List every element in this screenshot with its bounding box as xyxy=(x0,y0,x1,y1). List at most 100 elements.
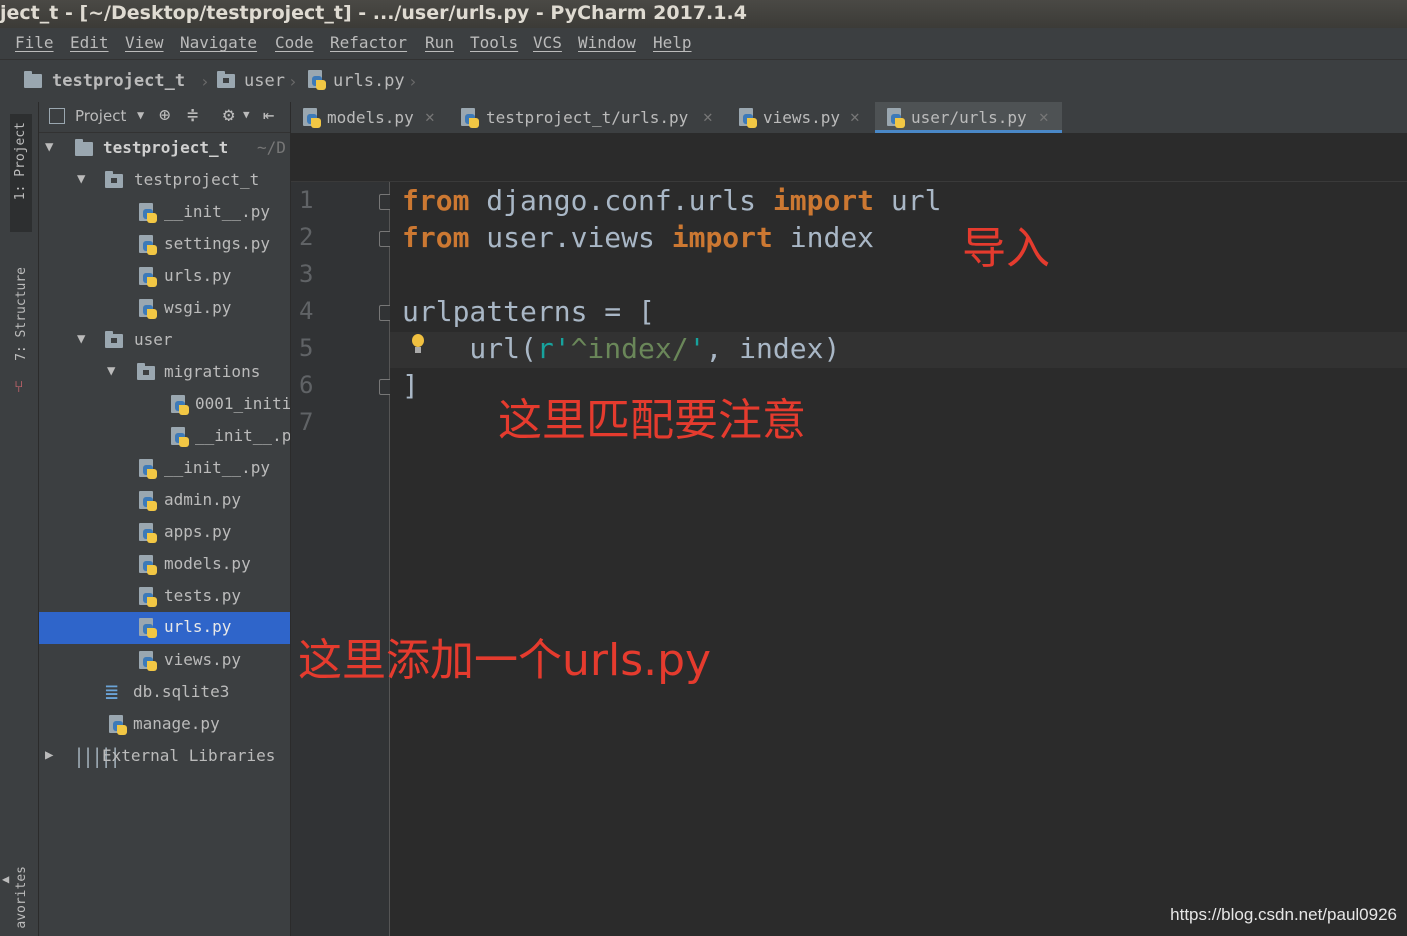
tree-item-folder[interactable]: ▼ testproject_t xyxy=(39,165,290,197)
python-file-icon xyxy=(137,555,157,575)
menu-window[interactable]: Window xyxy=(578,33,636,52)
menu-navigate[interactable]: Navigate xyxy=(180,33,257,52)
close-icon[interactable]: ✕ xyxy=(1039,107,1049,126)
menu-file[interactable]: File xyxy=(15,33,54,52)
python-file-icon xyxy=(137,523,157,543)
menu-run[interactable]: Run xyxy=(425,33,454,52)
tree-item-label: db.sqlite3 xyxy=(133,682,230,701)
line-number: 5 xyxy=(299,334,314,362)
python-file-icon xyxy=(306,70,326,90)
menu-tools[interactable]: Tools xyxy=(470,33,518,52)
annotation-add-urls: 这里添加一个urls.py xyxy=(298,635,712,686)
python-file-icon xyxy=(301,108,321,128)
tree-item-file[interactable]: settings.py xyxy=(39,229,290,261)
chevron-right-icon: › xyxy=(200,72,210,91)
code-editor[interactable]: from django.conf.urls import url from us… xyxy=(390,182,1407,936)
project-tree: ▼ testproject_t ~/D ▼ testproject_t __in… xyxy=(39,133,290,936)
editor-tab-active[interactable]: user/urls.py ✕ xyxy=(875,102,1062,133)
editor-tab[interactable]: views.py ✕ xyxy=(729,102,869,133)
python-file-icon xyxy=(137,459,157,479)
tree-item-libraries[interactable]: ▶ ||||| External Libraries xyxy=(39,741,290,773)
collapsed-arrow-icon[interactable]: ▶ xyxy=(45,747,53,763)
favorites-tab-label[interactable]: avorites xyxy=(14,866,29,929)
tree-item-file[interactable]: 0001_initi xyxy=(39,389,290,421)
tree-item-file[interactable]: __init__.p xyxy=(39,421,290,453)
folder-icon xyxy=(217,71,235,88)
navigation-bar: testproject_t › user › urls.py › xyxy=(0,60,1407,103)
menu-edit[interactable]: Edit xyxy=(70,33,109,52)
gear-icon[interactable]: ⚙ xyxy=(223,104,234,126)
python-file-icon xyxy=(737,108,757,128)
chevron-right-icon: › xyxy=(408,72,418,91)
lightbulb-icon[interactable] xyxy=(410,334,426,356)
tree-item-file[interactable]: __init__.py xyxy=(39,453,290,485)
window-title-bar: ject_t - [~/Desktop/testproject_t] - ...… xyxy=(0,0,1407,28)
python-file-icon xyxy=(137,203,157,223)
tree-item-file[interactable]: ≣ db.sqlite3 xyxy=(39,677,290,709)
expanded-arrow-icon[interactable]: ▼ xyxy=(45,139,53,155)
tree-item-file[interactable]: urls.py xyxy=(39,261,290,293)
tree-item-label: testproject_t xyxy=(103,138,229,157)
menu-vcs[interactable]: VCS xyxy=(533,33,562,52)
line-number: 2 xyxy=(299,223,314,251)
code-line-5: url(r'^index/', index) xyxy=(402,332,841,365)
expanded-arrow-icon[interactable]: ▼ xyxy=(107,363,115,379)
tree-item-label: admin.py xyxy=(164,490,242,509)
tree-item-label: models.py xyxy=(164,554,251,573)
python-file-icon xyxy=(459,108,479,128)
python-file-icon xyxy=(137,651,157,671)
close-icon[interactable]: ✕ xyxy=(425,107,435,126)
tree-item-file[interactable]: wsgi.py xyxy=(39,293,290,325)
python-file-icon xyxy=(169,427,189,447)
expanded-arrow-icon[interactable]: ▼ xyxy=(77,331,85,347)
crumb-project[interactable]: testproject_t xyxy=(52,71,185,91)
tree-item-file[interactable]: apps.py xyxy=(39,517,290,549)
collapse-arrow-icon[interactable]: ◀ xyxy=(2,872,9,886)
tree-item-label: testproject_t xyxy=(134,170,260,189)
code-line-6: ] xyxy=(402,369,419,402)
tree-item-file-selected[interactable]: urls.py xyxy=(39,612,290,644)
hide-panel-icon[interactable]: ⇤ xyxy=(263,104,274,126)
structure-tab-label[interactable]: 7: Structure xyxy=(14,267,29,361)
tree-item-file[interactable]: tests.py xyxy=(39,581,290,613)
tree-item-label: apps.py xyxy=(164,522,232,541)
tree-item-folder[interactable]: ▼ user xyxy=(39,325,290,357)
editor-tab[interactable]: models.py ✕ xyxy=(291,102,446,133)
tree-item-label: __init__.py xyxy=(164,458,270,477)
tree-item-file[interactable]: admin.py xyxy=(39,485,290,517)
close-icon[interactable]: ✕ xyxy=(703,107,713,126)
tree-item-root[interactable]: ▼ testproject_t ~/D xyxy=(39,133,290,165)
crumb-user[interactable]: user xyxy=(244,71,285,91)
database-icon: ≣ xyxy=(105,680,119,705)
chevron-right-icon: › xyxy=(288,72,298,91)
close-icon[interactable]: ✕ xyxy=(850,107,860,126)
tree-item-file[interactable]: views.py xyxy=(39,645,290,677)
project-view-selector[interactable]: Project xyxy=(75,107,126,125)
expanded-arrow-icon[interactable]: ▼ xyxy=(77,171,85,187)
watermark: https://blog.csdn.net/paul0926 xyxy=(1170,905,1397,924)
tree-item-file[interactable]: models.py xyxy=(39,549,290,581)
crumb-file[interactable]: urls.py xyxy=(333,71,405,91)
menu-code[interactable]: Code xyxy=(275,33,314,52)
locate-icon[interactable]: ⊕ xyxy=(159,104,170,126)
tree-item-label: __init__.p xyxy=(195,426,290,445)
collapse-all-icon[interactable]: ≑ xyxy=(187,104,198,126)
tree-item-folder[interactable]: ▼ migrations xyxy=(39,357,290,389)
menu-help[interactable]: Help xyxy=(653,33,692,52)
tree-item-file[interactable]: __init__.py xyxy=(39,197,290,229)
editor-tab[interactable]: testproject_t/urls.py ✕ xyxy=(451,102,721,133)
editor-tab-label: user/urls.py xyxy=(911,108,1027,127)
dropdown-arrow-icon[interactable]: ▼ xyxy=(137,108,144,122)
gear-dropdown-icon[interactable]: ▼ xyxy=(243,108,250,121)
project-tool-tab[interactable]: 1: Project xyxy=(10,114,32,232)
menu-view[interactable]: View xyxy=(125,33,164,52)
tree-item-file[interactable]: manage.py xyxy=(39,709,290,741)
line-number: 3 xyxy=(299,260,314,288)
editor-tab-label: models.py xyxy=(327,108,414,127)
tree-item-label: wsgi.py xyxy=(164,298,232,317)
editor-tab-bar: models.py ✕ testproject_t/urls.py ✕ view… xyxy=(291,102,1407,134)
python-file-icon xyxy=(107,715,127,735)
menu-refactor[interactable]: Refactor xyxy=(330,33,407,52)
tree-item-label: settings.py xyxy=(164,234,270,253)
python-file-icon xyxy=(885,108,905,128)
